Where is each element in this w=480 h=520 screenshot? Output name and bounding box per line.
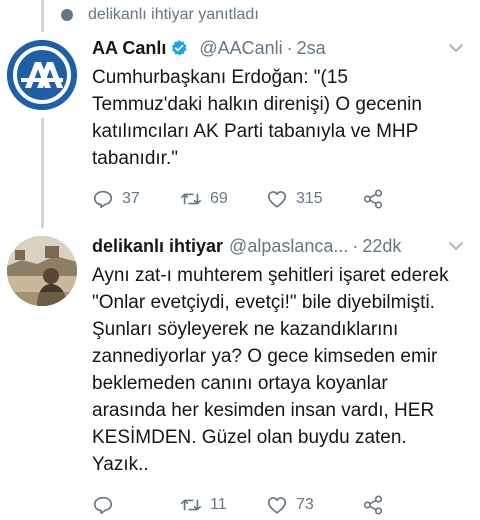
- reply-context-text: delikanlı ihtiyar yanıtladı: [88, 6, 259, 23]
- thread-line: [41, 118, 44, 228]
- chevron-down-icon[interactable]: [448, 238, 464, 254]
- avatar[interactable]: [7, 40, 77, 110]
- tweet[interactable]: delikanlı ihtiyar @alpaslanca... · 22dk …: [92, 234, 470, 516]
- share-icon: [363, 189, 383, 209]
- tweet[interactable]: AA Canlı @AACanli · 2sa Cumhurbaşkanı Er…: [92, 36, 470, 210]
- reply-icon: [93, 496, 113, 515]
- like-button[interactable]: 315: [266, 188, 362, 210]
- tweet-text: Cumhurbaşkanı Erdoğan: "(15 Temmuz'daki …: [92, 67, 422, 169]
- reply-button[interactable]: [92, 494, 180, 516]
- aa-logo-icon: [7, 40, 77, 110]
- tweet-text: Aynı zat-ı muhterem şehitleri işaret ede…: [92, 265, 449, 475]
- handle[interactable]: @AACanli: [199, 36, 282, 60]
- like-count: 315: [296, 190, 323, 207]
- tweet-actions: 11 73: [92, 494, 470, 516]
- verified-icon: [172, 40, 187, 56]
- reply-button[interactable]: 37: [92, 188, 180, 210]
- retweet-count: 11: [210, 496, 227, 513]
- reply-icon: [93, 190, 113, 209]
- like-button[interactable]: 73: [266, 494, 362, 516]
- timestamp[interactable]: 2sa: [297, 36, 326, 60]
- retweet-icon: [181, 193, 201, 205]
- share-icon: [363, 495, 383, 515]
- tweet-actions: 37 69 315: [92, 188, 470, 210]
- chevron-down-icon[interactable]: [448, 40, 464, 56]
- avatar[interactable]: [7, 236, 77, 306]
- separator-dot: ·: [286, 38, 293, 58]
- separator-dot: ·: [352, 236, 359, 256]
- retweet-button[interactable]: 69: [180, 188, 266, 210]
- like-count: 73: [296, 496, 314, 513]
- user-photo-icon: [7, 236, 77, 306]
- like-icon: [267, 497, 287, 514]
- like-icon: [267, 191, 287, 208]
- share-button[interactable]: [362, 494, 384, 516]
- tweet-header: AA Canlı @AACanli · 2sa: [92, 36, 470, 60]
- thread-line: [41, 0, 44, 32]
- retweet-button[interactable]: 11: [180, 494, 266, 516]
- retweet-count: 69: [210, 190, 228, 207]
- tweet-header: delikanlı ihtiyar @alpaslanca... · 22dk: [92, 234, 470, 258]
- share-button[interactable]: [362, 188, 384, 210]
- speech-bubble-icon: [61, 9, 73, 21]
- timestamp[interactable]: 22dk: [362, 234, 401, 258]
- display-name[interactable]: delikanlı ihtiyar: [92, 234, 223, 258]
- display-name[interactable]: AA Canlı: [92, 36, 166, 60]
- reply-count: 37: [122, 190, 140, 207]
- retweet-icon: [181, 499, 201, 511]
- reply-context[interactable]: delikanlı ihtiyar yanıtladı: [60, 6, 259, 24]
- handle[interactable]: @alpaslanca...: [229, 234, 348, 258]
